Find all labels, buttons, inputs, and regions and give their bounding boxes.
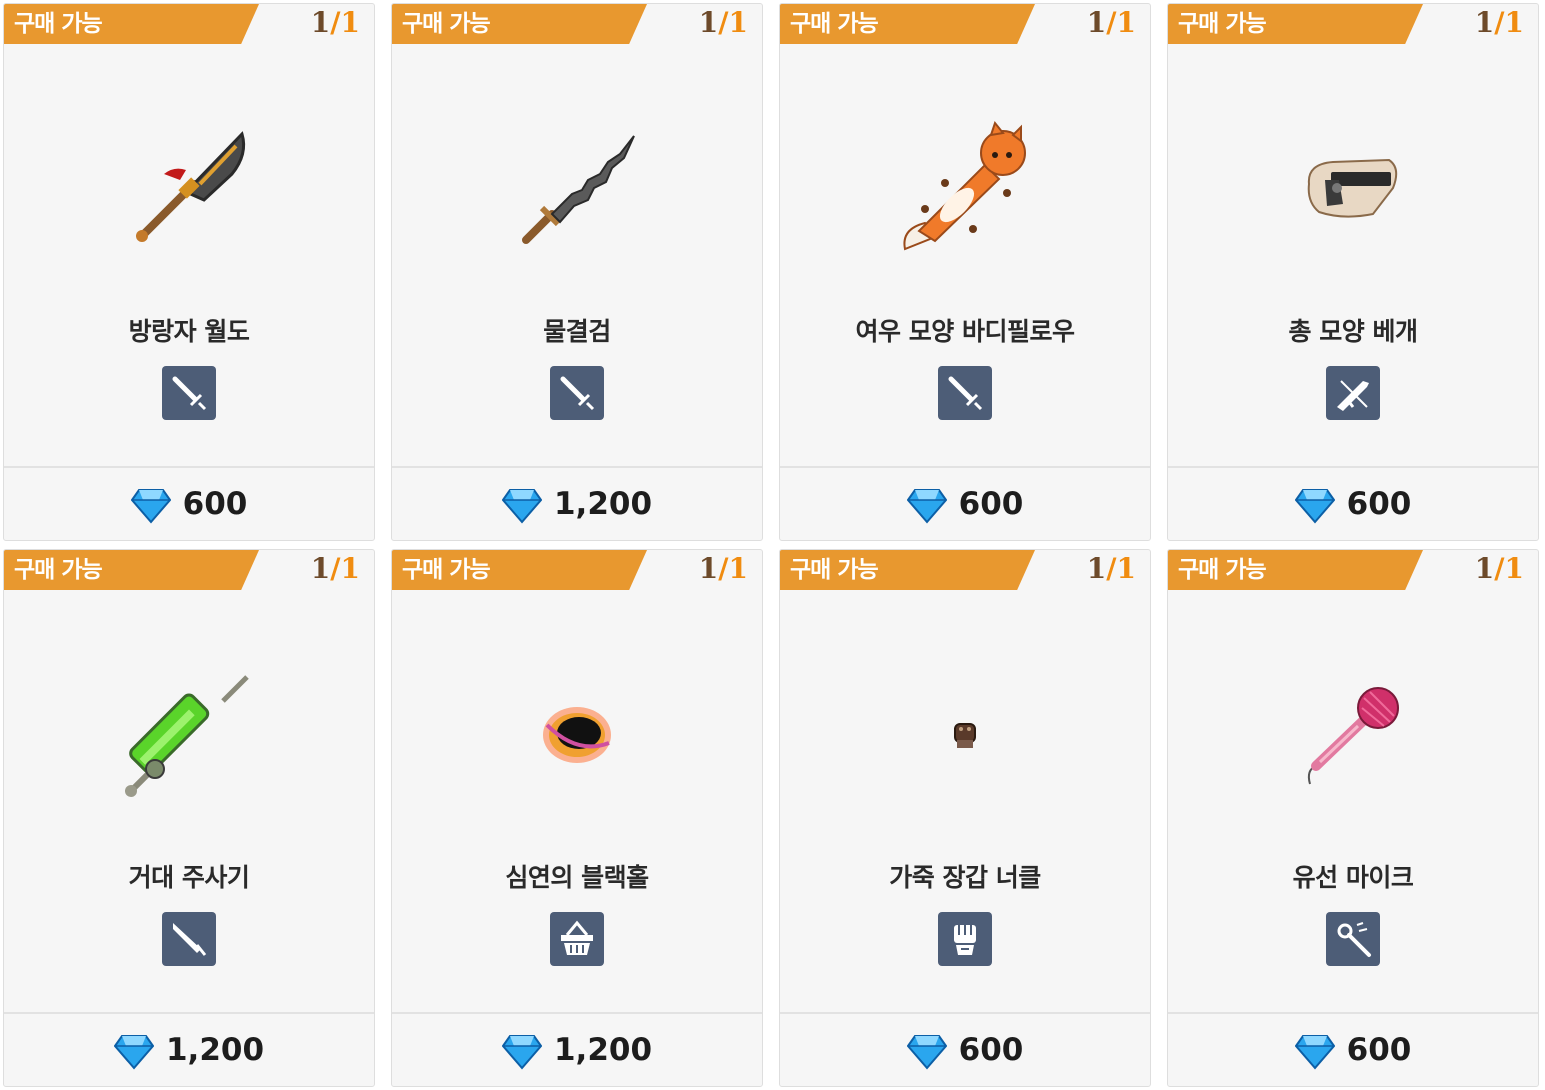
purchase-count: 1/1 <box>1474 6 1524 39</box>
price-value: 1,200 <box>553 1032 653 1068</box>
item-name: 거대 주사기 <box>128 863 250 892</box>
glove-knuckle-icon <box>780 620 1150 850</box>
fox-pillow-icon <box>780 74 1150 304</box>
diamond-gem-icon <box>906 1035 947 1070</box>
item-name: 여우 모양 바디필로우 <box>855 317 1075 346</box>
price-value: 600 <box>958 486 1024 522</box>
price-button[interactable]: 600 <box>4 468 374 540</box>
diamond-gem-icon <box>501 1035 542 1070</box>
price-button[interactable]: 600 <box>780 468 1150 540</box>
price-value: 1,200 <box>553 486 653 522</box>
purchase-count: 1/1 <box>310 6 360 39</box>
shop-item-card[interactable]: 구매 가능 1/1 여우 모양 바디필로우 600 <box>779 3 1151 541</box>
item-name: 총 모양 베개 <box>1288 317 1418 346</box>
item-name: 심연의 블랙홀 <box>505 863 649 892</box>
price-button[interactable]: 600 <box>780 1014 1150 1086</box>
item-name: 방랑자 월도 <box>128 317 250 346</box>
black-hole-icon <box>392 620 762 850</box>
price-value: 600 <box>1346 1032 1412 1068</box>
shop-item-card[interactable]: 구매 가능 1/1 유선 마이크 600 <box>1167 549 1539 1087</box>
purchasable-tag: 구매 가능 <box>4 4 259 44</box>
diamond-gem-icon <box>1294 1035 1335 1070</box>
microphone-icon <box>1168 620 1538 850</box>
diamond-gem-icon <box>130 489 171 524</box>
shop-item-card[interactable]: 구매 가능 1/1 심연의 블랙홀 1,200 <box>391 549 763 1087</box>
price-button[interactable]: 600 <box>1168 468 1538 540</box>
purchasable-tag: 구매 가능 <box>780 4 1035 44</box>
price-button[interactable]: 1,200 <box>4 1014 374 1086</box>
price-value: 600 <box>958 1032 1024 1068</box>
basket-icon <box>550 912 604 966</box>
syringe-icon <box>4 620 374 850</box>
purchase-count: 1/1 <box>1086 552 1136 585</box>
blade-icon <box>162 912 216 966</box>
diamond-gem-icon <box>113 1035 154 1070</box>
sword-icon <box>938 366 992 420</box>
shop-item-card[interactable]: 구매 가능 1/1 방랑자 월도 600 <box>3 3 375 541</box>
purchasable-tag: 구매 가능 <box>392 4 647 44</box>
purchase-count: 1/1 <box>698 552 748 585</box>
price-button[interactable]: 1,200 <box>392 1014 762 1086</box>
sword-icon <box>550 366 604 420</box>
purchasable-tag: 구매 가능 <box>1168 550 1423 590</box>
item-name: 물결검 <box>543 317 611 346</box>
glaive-icon <box>4 74 374 304</box>
price-button[interactable]: 1,200 <box>392 468 762 540</box>
purchasable-tag: 구매 가능 <box>392 550 647 590</box>
shop-grid: 구매 가능 1/1 방랑자 월도 600 구매 가능 1/1 물결검 1,200… <box>3 3 1542 1087</box>
purchase-count: 1/1 <box>310 552 360 585</box>
gun-pillow-icon <box>1168 74 1538 304</box>
wave-sword-icon <box>392 74 762 304</box>
item-name: 유선 마이크 <box>1292 863 1414 892</box>
shop-item-card[interactable]: 구매 가능 1/1 거대 주사기 1,200 <box>3 549 375 1087</box>
price-button[interactable]: 600 <box>1168 1014 1538 1086</box>
item-name: 가죽 장갑 너클 <box>889 863 1041 892</box>
purchase-count: 1/1 <box>1086 6 1136 39</box>
shop-item-card[interactable]: 구매 가능 1/1 총 모양 베개 600 <box>1167 3 1539 541</box>
price-value: 600 <box>1346 486 1412 522</box>
shop-item-card[interactable]: 구매 가능 1/1 물결검 1,200 <box>391 3 763 541</box>
diamond-gem-icon <box>501 489 542 524</box>
purchasable-tag: 구매 가능 <box>4 550 259 590</box>
price-value: 1,200 <box>165 1032 265 1068</box>
purchasable-tag: 구매 가능 <box>1168 4 1423 44</box>
rifle-icon <box>1326 366 1380 420</box>
sword-icon <box>162 366 216 420</box>
diamond-gem-icon <box>906 489 947 524</box>
price-value: 600 <box>182 486 248 522</box>
shop-item-card[interactable]: 구매 가능 1/1 가죽 장갑 너클 600 <box>779 549 1151 1087</box>
wand-icon <box>1326 912 1380 966</box>
fist-icon <box>938 912 992 966</box>
diamond-gem-icon <box>1294 489 1335 524</box>
purchasable-tag: 구매 가능 <box>780 550 1035 590</box>
purchase-count: 1/1 <box>1474 552 1524 585</box>
purchase-count: 1/1 <box>698 6 748 39</box>
